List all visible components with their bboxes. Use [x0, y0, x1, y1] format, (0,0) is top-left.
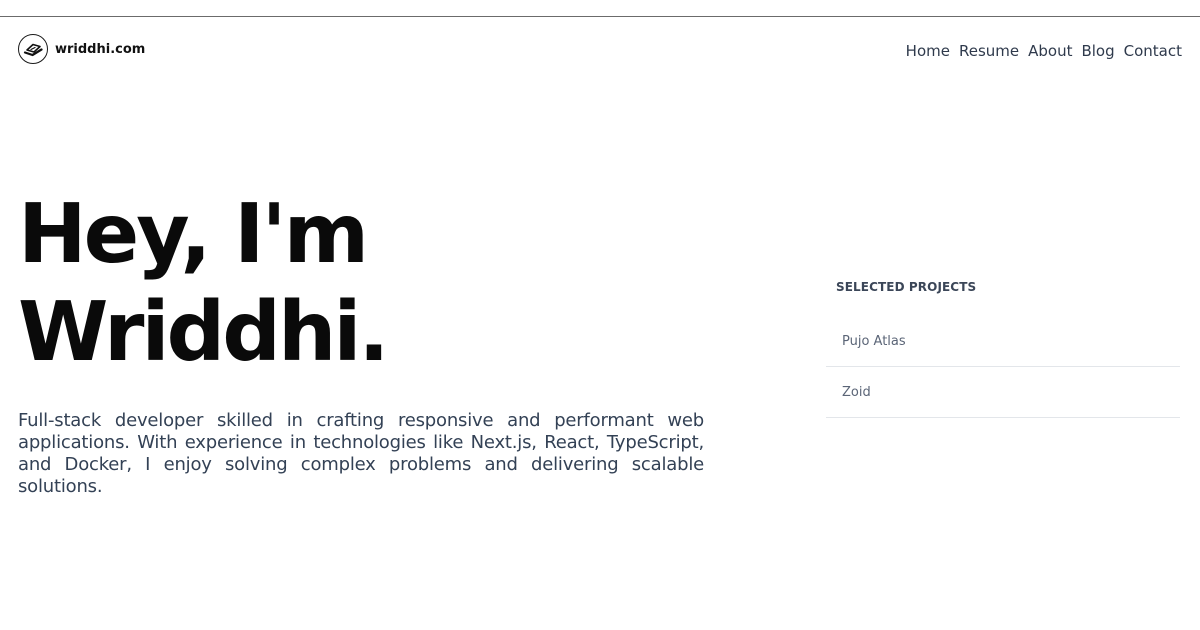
main-nav: Home Resume About Blog Contact — [897, 42, 1182, 60]
top-divider — [0, 16, 1200, 17]
selected-projects-section: SELECTED PROJECTS Pujo Atlas Zoid — [826, 280, 1180, 418]
hero-title: Hey, I'm Wriddhi. — [18, 186, 390, 382]
project-item-pujo-atlas: Pujo Atlas — [826, 316, 1180, 367]
laptop-logo-icon — [18, 34, 48, 64]
nav-home-link[interactable]: Home — [906, 42, 950, 60]
hero-title-line-2: Wriddhi. — [18, 285, 390, 380]
project-list: Pujo Atlas Zoid — [826, 316, 1180, 418]
hero-bio: Full-stack developer skilled in crafting… — [18, 410, 704, 497]
selected-projects-heading: SELECTED PROJECTS — [836, 280, 977, 294]
hero-title-line-1: Hey, I'm — [18, 187, 369, 282]
project-link-zoid[interactable]: Zoid — [842, 385, 871, 400]
project-link-pujo-atlas[interactable]: Pujo Atlas — [842, 334, 906, 349]
nav-resume-link[interactable]: Resume — [959, 42, 1019, 60]
nav-about-link[interactable]: About — [1028, 42, 1072, 60]
nav-contact-link[interactable]: Contact — [1124, 42, 1182, 60]
project-item-zoid: Zoid — [826, 367, 1180, 418]
brand-home-link[interactable]: wriddhi.com — [18, 34, 145, 64]
nav-blog-link[interactable]: Blog — [1081, 42, 1114, 60]
brand-name[interactable]: wriddhi.com — [55, 42, 145, 57]
